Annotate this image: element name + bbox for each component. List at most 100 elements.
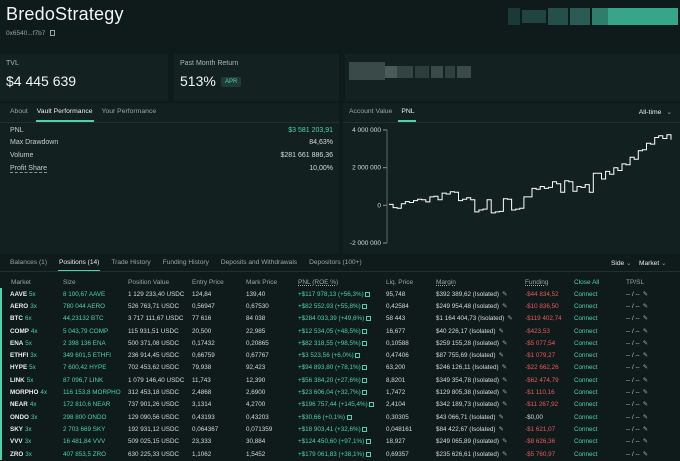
apr-badge[interactable]: APR [221,77,242,87]
col-mark-price[interactable]: Mark Price [246,276,298,288]
share-icon[interactable] [362,340,368,346]
col-size[interactable]: Size [63,276,128,288]
connect-button[interactable]: Connect [574,325,626,337]
edit-icon[interactable]: ✎ [499,352,504,359]
edit-icon[interactable]: ✎ [502,451,507,458]
edit-icon[interactable]: ✎ [499,414,504,421]
market-cell[interactable]: SKY 3x [0,423,63,436]
edit-icon[interactable]: ✎ [643,303,648,310]
connect-button[interactable]: Connect [574,337,626,349]
connect-button[interactable]: Connect [574,300,626,312]
share-icon[interactable] [362,377,368,383]
tab-depositors[interactable]: Depositors (100+) [309,259,362,266]
table-row[interactable]: VVV 3x 16 481,84 VVV 509 025,15 USDC 23,333 3… [0,435,680,448]
tab-balances[interactable]: Balances (1) [10,259,47,266]
market-filter[interactable]: Market ⌄ [639,259,667,267]
edit-icon[interactable]: ✎ [502,303,507,310]
vault-address[interactable]: 0x6540...f7b7 [6,30,56,37]
tab-about[interactable]: About [10,108,28,115]
share-icon[interactable] [365,439,371,445]
edit-icon[interactable]: ✎ [643,401,648,408]
edit-icon[interactable]: ✎ [643,315,648,322]
edit-icon[interactable]: ✎ [643,438,648,445]
connect-button[interactable]: Connect [574,349,626,361]
edit-icon[interactable]: ✎ [502,291,507,298]
share-icon[interactable] [362,365,368,371]
col-funding[interactable]: Funding [525,276,574,288]
range-select[interactable]: All-time ⌄ [639,108,672,116]
market-cell[interactable]: MORPHO 4x [0,386,63,399]
table-row[interactable]: AAVE 5x 8 100,67 AAVE 1 129 233,40 USDC 124,… [0,288,680,301]
edit-icon[interactable]: ✎ [502,401,507,408]
market-cell[interactable]: ONDO 3x [0,410,63,424]
col-position-value[interactable]: Position Value [128,276,192,288]
connect-button[interactable]: Connect [574,411,626,423]
edit-icon[interactable]: ✎ [643,414,648,421]
tab-pnl[interactable]: PNL [401,108,414,115]
share-icon[interactable] [365,316,371,322]
edit-icon[interactable]: ✎ [507,315,512,322]
table-row[interactable]: LINK 5x 87 096,7 LINK 1 079 146,40 USDC 11,7… [0,374,680,387]
market-cell[interactable]: BTC 6x [0,312,63,325]
market-cell[interactable]: ENA 5x [0,337,63,350]
share-icon[interactable] [365,451,371,457]
edit-icon[interactable]: ✎ [499,426,504,433]
edit-icon[interactable]: ✎ [502,364,507,371]
market-cell[interactable]: AERO 3x [0,300,63,313]
connect-button[interactable]: Connect [574,374,626,386]
edit-icon[interactable]: ✎ [643,291,648,298]
table-row[interactable]: ETHFI 3x 349 601,5 ETHFI 236 914,45 USDC 0,6… [0,349,680,362]
connect-button[interactable]: Connect [574,313,626,325]
edit-icon[interactable]: ✎ [643,451,648,458]
market-cell[interactable]: COMP 4x [0,324,63,338]
market-cell[interactable]: ETHFI 3x [0,349,63,362]
share-icon[interactable] [362,328,368,334]
edit-icon[interactable]: ✎ [643,389,648,396]
table-row[interactable]: HYPE 5x 7 600,42 HYPE 702 453,62 USDC 79,938… [0,361,680,375]
tab-funding-history[interactable]: Funding History [163,259,209,266]
connect-button[interactable]: Connect [574,436,626,448]
connect-button[interactable]: Connect [574,386,626,398]
edit-icon[interactable]: ✎ [502,389,507,396]
share-icon[interactable] [365,291,371,297]
tab-positions[interactable]: Positions (14) [59,259,99,266]
edit-icon[interactable]: ✎ [502,438,507,445]
market-cell[interactable]: ZRO 3x [0,447,63,461]
market-cell[interactable]: LINK 5x [0,374,63,387]
col-market[interactable]: Market [1,276,63,288]
table-row[interactable]: ENA 5x 2 398 136 ENA 500 371,08 USDC 0,17432… [0,337,680,350]
col-liq-price[interactable]: Liq. Price [386,276,436,288]
edit-icon[interactable]: ✎ [643,328,648,335]
edit-icon[interactable]: ✎ [502,377,507,384]
edit-icon[interactable]: ✎ [643,364,648,371]
connect-button[interactable]: Connect [574,288,626,300]
edit-icon[interactable]: ✎ [643,377,648,384]
side-filter[interactable]: Side ⌄ [611,259,632,267]
col-margin[interactable]: Margin [436,276,525,288]
market-cell[interactable]: HYPE 5x [0,361,63,375]
table-row[interactable]: BTC 6x 44,23132 BTC 3 717 111,67 USDC 77 616… [0,312,680,325]
share-icon[interactable] [355,353,361,359]
edit-icon[interactable]: ✎ [643,352,648,359]
share-icon[interactable] [362,390,368,396]
table-row[interactable]: NEAR 4x 172 810,6 NEAR 737 901,26 USDC 3,131… [0,398,680,411]
connect-button[interactable]: Connect [574,399,626,411]
tab-account-value[interactable]: Account Value [349,108,392,115]
table-row[interactable]: ONDO 3x 298 800 ONDO 129 090,56 USDC 0,43193… [0,410,680,424]
market-cell[interactable]: NEAR 4x [0,398,63,411]
tab-deposits-withdrawals[interactable]: Deposits and Withdrawals [221,259,297,266]
edit-icon[interactable]: ✎ [643,340,648,347]
table-row[interactable]: COMP 4x 5 043,79 COMP 115 931,51 USDC 20,500… [0,324,680,338]
connect-button[interactable]: Connect [574,423,626,435]
connect-button[interactable]: Connect [574,362,626,374]
share-icon[interactable] [346,414,352,420]
table-row[interactable]: SKY 3x 2 703 669 SKY 192 931,12 USDC 0,06436… [0,423,680,436]
tab-vault-performance[interactable]: Vault Performance [37,108,93,115]
share-icon[interactable] [362,426,368,432]
table-row[interactable]: ZRO 3x 407 853,5 ZRO 630 225,33 USDC 1,1062 1… [0,447,680,461]
market-cell[interactable]: VVV 3x [0,435,63,448]
table-row[interactable]: MORPHO 4x 116 153,8 MORPHO 312 453,18 USDC 2… [0,386,680,399]
col-entry-price[interactable]: Entry Price [192,276,246,288]
col-pnl[interactable]: PNL (ROE %) [298,276,386,288]
share-icon[interactable] [362,303,368,309]
